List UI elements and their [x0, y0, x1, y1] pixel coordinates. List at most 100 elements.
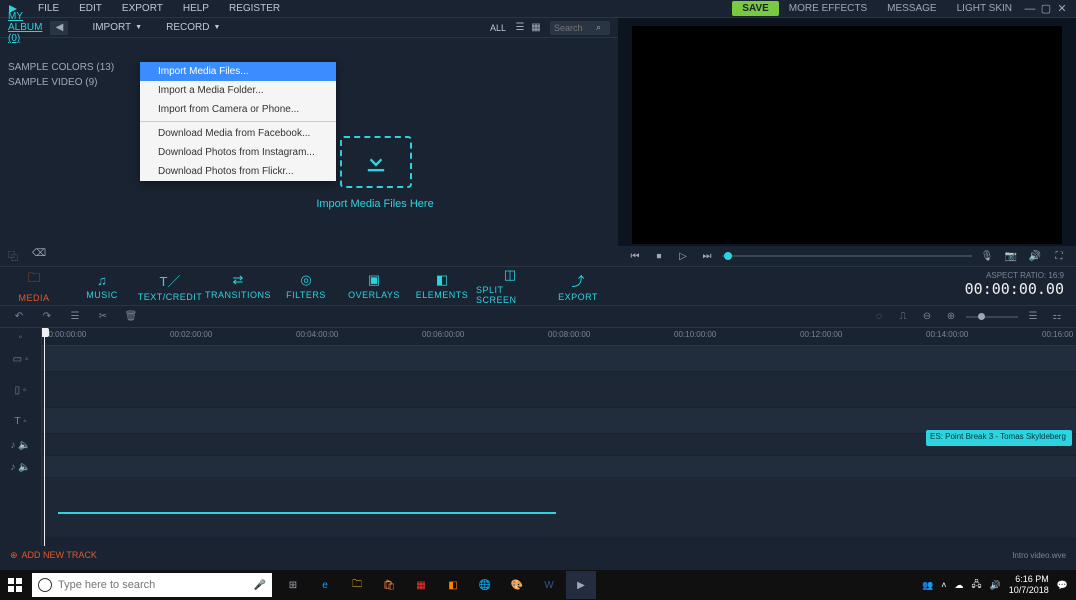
store-icon[interactable]: 🛍	[374, 571, 404, 599]
audio-clip[interactable]: ES: Point Break 3 - Tomas Skyldeberg	[926, 430, 1072, 446]
next-frame-button[interactable]: ⏭	[698, 249, 716, 263]
task-view-icon[interactable]: ⊞	[278, 571, 308, 599]
import-media-files[interactable]: Import Media Files...	[140, 62, 336, 81]
app-icon[interactable]: 🎨	[502, 571, 532, 599]
cut-button[interactable]: ✂	[94, 310, 112, 324]
close-button[interactable]: ✕	[1054, 2, 1070, 15]
zoom-in-button[interactable]: ⊕	[942, 310, 960, 324]
tab-transitions[interactable]: ⇄TRANSITIONS	[204, 272, 272, 300]
tab-music[interactable]: ♫MUSIC	[68, 273, 136, 300]
speaker-icon[interactable]: 🔊	[990, 580, 1001, 591]
edit-button[interactable]: ☰	[66, 310, 84, 324]
text-track[interactable]	[42, 408, 1076, 434]
marker-gutter-icon[interactable]: ◦	[0, 328, 41, 346]
audio-track-2[interactable]	[42, 456, 1076, 478]
more-effects-link[interactable]: MORE EFFECTS	[779, 3, 877, 14]
preview-scrubber[interactable]	[722, 255, 972, 257]
tab-overlays[interactable]: ▣OVERLAYS	[340, 272, 408, 300]
album-item[interactable]: SAMPLE COLORS (13)	[8, 60, 114, 75]
import-drop-zone[interactable]	[340, 136, 412, 188]
text-track-icon[interactable]: T ◦	[0, 408, 41, 434]
app-icon[interactable]: ◧	[438, 571, 468, 599]
video-track[interactable]	[42, 346, 1076, 372]
stop-button[interactable]: ⏹	[650, 249, 668, 263]
new-folder-icon[interactable]: ⿻	[8, 248, 22, 260]
timeline-ruler[interactable]: 00:00:00:00 00:02:00:00 00:04:00:00 00:0…	[42, 328, 1076, 346]
scroll-indicator[interactable]	[58, 512, 556, 514]
tab-elements[interactable]: ◧ELEMENTS	[408, 272, 476, 300]
pip-track-icon[interactable]: ▯ ◦	[0, 372, 41, 408]
menu-export[interactable]: EXPORT	[112, 3, 173, 14]
tab-media[interactable]: 🗀MEDIA	[0, 269, 68, 303]
tab-splitscreen[interactable]: ◫SPLIT SCREEN	[476, 267, 544, 305]
album-item[interactable]: SAMPLE VIDEO (9)	[8, 75, 114, 90]
taskbar-search-input[interactable]	[58, 579, 248, 591]
search-box[interactable]: ⌕	[550, 21, 610, 35]
import-media-folder[interactable]: Import a Media Folder...	[140, 81, 336, 100]
chrome-icon[interactable]: 🌐	[470, 571, 500, 599]
add-track-button[interactable]: ⊕ ADD NEW TRACK	[10, 550, 97, 561]
volume-icon[interactable]: 🔊	[1026, 249, 1044, 263]
zoom-knob[interactable]	[978, 313, 985, 320]
start-button[interactable]	[0, 570, 30, 600]
clock[interactable]: 6:16 PM 10/7/2018	[1009, 574, 1049, 596]
delete-button[interactable]: 🗑	[122, 310, 140, 324]
tab-filters[interactable]: ◎FILTERS	[272, 272, 340, 300]
file-explorer-icon[interactable]: 🗀	[342, 571, 372, 599]
grid-view-icon[interactable]: ▦	[528, 21, 544, 35]
search-input[interactable]	[554, 23, 596, 33]
import-dropdown-button[interactable]: IMPORT ▼	[92, 22, 142, 33]
menu-register[interactable]: REGISTER	[219, 3, 290, 14]
word-icon[interactable]: W	[534, 571, 564, 599]
snapshot-icon[interactable]: 📷	[1002, 249, 1020, 263]
timeline-tracks[interactable]: 00:00:00:00 00:02:00:00 00:04:00:00 00:0…	[42, 328, 1076, 546]
audio-mixer-icon[interactable]: ⎍	[894, 310, 912, 324]
record-dropdown-button[interactable]: RECORD ▼	[166, 22, 220, 33]
delete-folder-icon[interactable]: ⌫	[32, 248, 46, 260]
mic-icon[interactable]: 🎙	[978, 249, 996, 263]
save-button[interactable]: SAVE	[732, 1, 779, 16]
tab-text[interactable]: T／TEXT/CREDIT	[136, 271, 204, 302]
app-icon[interactable]: ▦	[406, 571, 436, 599]
download-from-instagram[interactable]: Download Photos from Instagram...	[140, 143, 336, 162]
light-skin-link[interactable]: LIGHT SKIN	[947, 3, 1022, 14]
filmora-icon[interactable]: ▶	[566, 571, 596, 599]
tab-export[interactable]: ⤴EXPORT	[544, 271, 612, 302]
scrubber-knob[interactable]	[724, 252, 732, 260]
prev-frame-button[interactable]: ⏮	[626, 249, 644, 263]
onedrive-icon[interactable]: ☁	[954, 580, 963, 591]
zoom-out-button[interactable]: ⊖	[918, 310, 936, 324]
tray-chevron-icon[interactable]: ˄	[941, 580, 946, 590]
audio-track-1[interactable]	[42, 434, 1076, 456]
maximize-button[interactable]: ▢	[1038, 2, 1054, 15]
people-icon[interactable]: 👥	[922, 580, 933, 591]
filter-all[interactable]: ALL	[490, 23, 506, 33]
download-from-facebook[interactable]: Download Media from Facebook...	[140, 124, 336, 143]
redo-button[interactable]: ↷	[38, 310, 56, 324]
message-link[interactable]: MESSAGE	[877, 3, 946, 14]
download-from-flickr[interactable]: Download Photos from Flickr...	[140, 162, 336, 181]
list-view-icon[interactable]: ☰	[512, 21, 528, 35]
network-icon[interactable]: 🖧	[971, 577, 981, 593]
back-button[interactable]: ◀	[50, 21, 68, 35]
menu-edit[interactable]: EDIT	[69, 3, 112, 14]
fit-button[interactable]: ☰	[1024, 310, 1042, 324]
edge-icon[interactable]: e	[310, 571, 340, 599]
notifications-icon[interactable]: 💬	[1057, 580, 1068, 591]
audio-track-2-icon[interactable]: ♪ 🔈	[0, 456, 41, 478]
audio-track-icon[interactable]: ♪ 🔈	[0, 434, 41, 456]
taskbar-search[interactable]: 🎤	[32, 573, 272, 597]
settings-icon[interactable]: ⚏	[1048, 310, 1066, 324]
video-track-icon[interactable]: ▭ ◦	[0, 346, 41, 372]
pip-track[interactable]	[42, 372, 1076, 408]
album-title[interactable]: MY ALBUM (0)	[8, 11, 42, 44]
menu-help[interactable]: HELP	[173, 3, 219, 14]
minimize-button[interactable]: —	[1022, 3, 1038, 15]
zoom-slider[interactable]	[966, 316, 1018, 318]
import-from-camera[interactable]: Import from Camera or Phone...	[140, 100, 336, 119]
fullscreen-icon[interactable]: ⛶	[1050, 249, 1068, 263]
playhead[interactable]	[44, 328, 45, 546]
mic-icon[interactable]: 🎤	[254, 580, 266, 591]
marker-icon[interactable]: ◌	[870, 310, 888, 324]
empty-track[interactable]	[42, 478, 1076, 538]
